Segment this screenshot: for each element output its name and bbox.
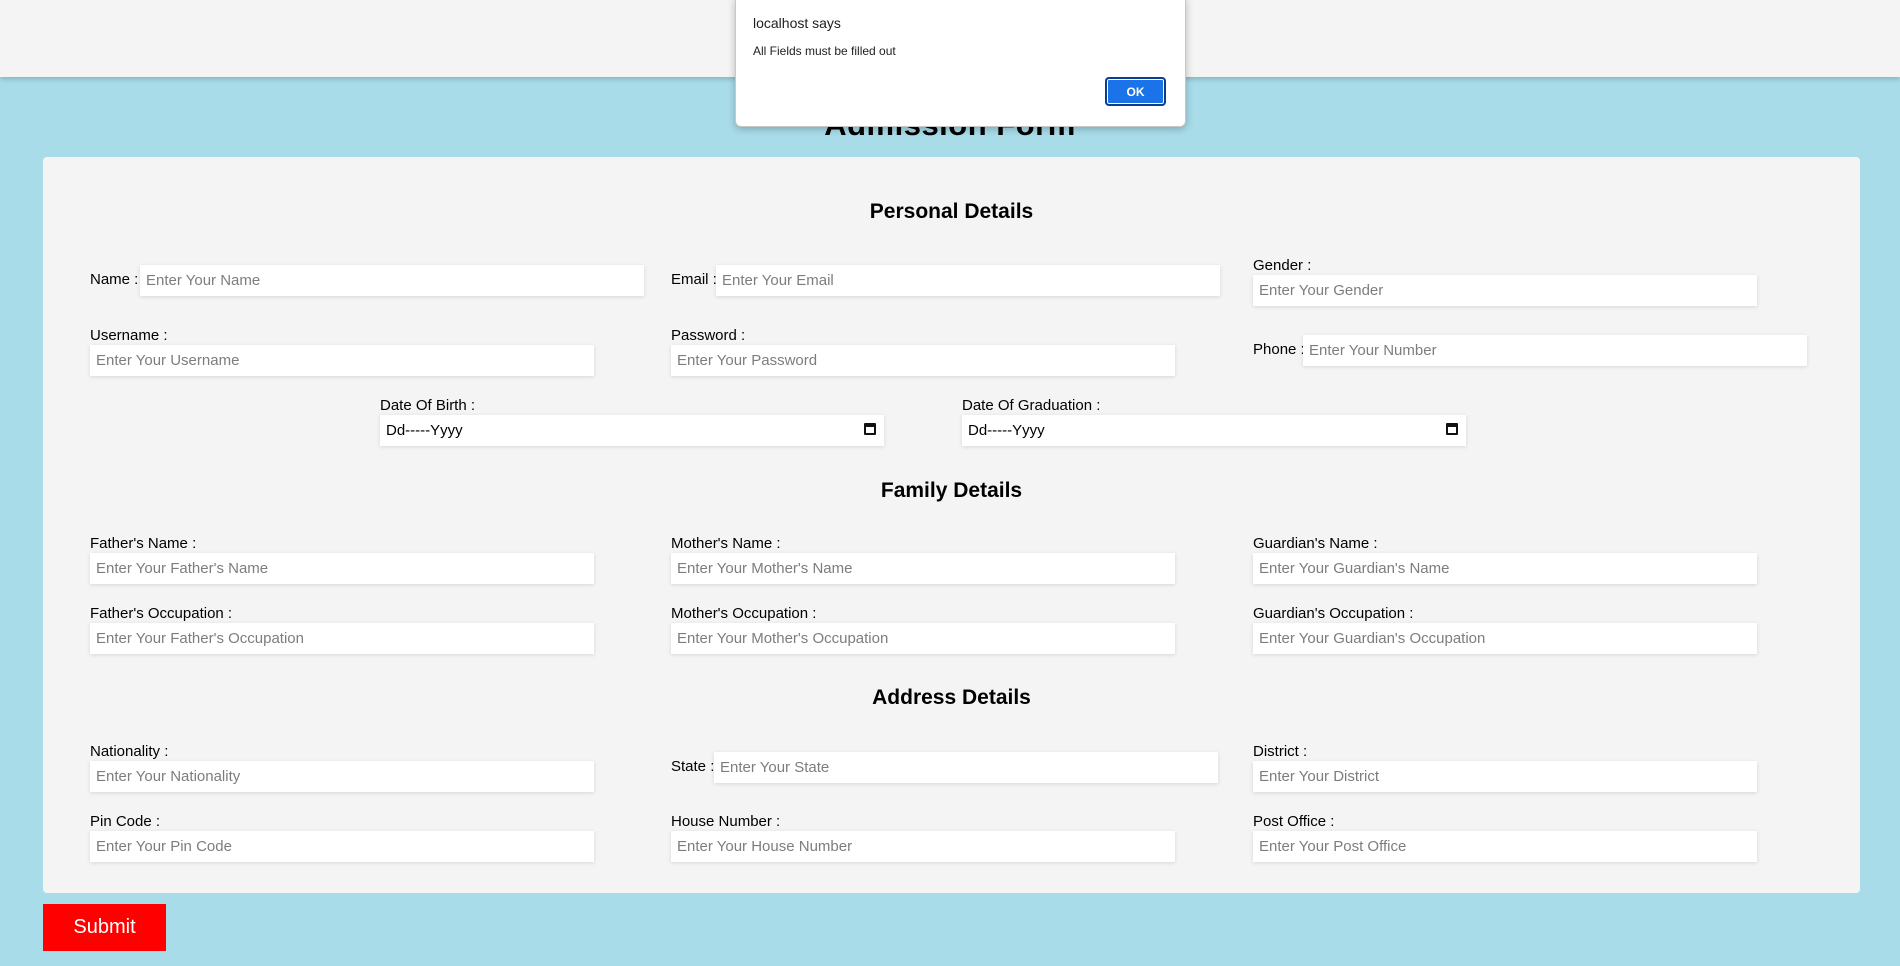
state-label: State : (671, 758, 715, 775)
graduation-date-label: Date Of Graduation : (962, 397, 1101, 414)
calendar-icon[interactable] (1446, 423, 1458, 435)
name-input[interactable] (140, 265, 644, 296)
name-label: Name : (90, 271, 139, 288)
submit-button[interactable]: Submit (43, 904, 166, 951)
graduation-date-input[interactable]: Dd-----Yyyy (962, 415, 1466, 446)
district-label: District : (1253, 743, 1308, 760)
dob-date-input[interactable]: Dd-----Yyyy (380, 415, 884, 446)
gender-input[interactable] (1253, 275, 1757, 306)
calendar-icon[interactable] (864, 423, 876, 435)
post-office-input[interactable] (1253, 831, 1757, 862)
nationality-input[interactable] (90, 761, 594, 792)
section-title-address: Address Details (872, 686, 1031, 709)
pin-code-label: Pin Code : (90, 813, 161, 830)
alert-dialog: localhost says All Fields must be filled… (735, 0, 1186, 127)
dialog-title: localhost says (753, 15, 841, 31)
father-name-input[interactable] (90, 553, 594, 584)
graduation-date-value: Dd-----Yyyy (968, 422, 1045, 439)
phone-input[interactable] (1303, 335, 1807, 366)
nationality-label: Nationality : (90, 743, 169, 760)
username-input[interactable] (90, 345, 594, 376)
dob-label: Date Of Birth : (380, 397, 476, 414)
pin-code-input[interactable] (90, 831, 594, 862)
state-input[interactable] (714, 752, 1218, 783)
guardian-name-label: Guardian's Name : (1253, 535, 1378, 552)
district-input[interactable] (1253, 761, 1757, 792)
mother-occupation-label: Mother's Occupation : (671, 605, 817, 622)
guardian-occupation-label: Guardian's Occupation : (1253, 605, 1414, 622)
guardian-occupation-input[interactable] (1253, 623, 1757, 654)
guardian-name-input[interactable] (1253, 553, 1757, 584)
password-label: Password : (671, 327, 746, 344)
phone-label: Phone : (1253, 341, 1305, 358)
father-occupation-input[interactable] (90, 623, 594, 654)
email-label: Email : (671, 271, 717, 288)
email-input[interactable] (716, 265, 1220, 296)
section-title-personal: Personal Details (869, 200, 1034, 223)
dob-value: Dd-----Yyyy (386, 422, 463, 439)
dialog-ok-button[interactable]: OK (1105, 77, 1166, 106)
mother-name-input[interactable] (671, 553, 1175, 584)
father-name-label: Father's Name : (90, 535, 197, 552)
mother-name-label: Mother's Name : (671, 535, 781, 552)
mother-occupation-input[interactable] (671, 623, 1175, 654)
username-label: Username : (90, 327, 168, 344)
section-title-family: Family Details (880, 479, 1023, 502)
password-input[interactable] (671, 345, 1175, 376)
post-office-label: Post Office : (1253, 813, 1335, 830)
dialog-message: All Fields must be filled out (753, 44, 896, 58)
house-number-label: House Number : (671, 813, 781, 830)
admission-form-card: Personal Details Name : Email : Gender :… (43, 157, 1860, 893)
gender-label: Gender : (1253, 257, 1312, 274)
house-number-input[interactable] (671, 831, 1175, 862)
father-occupation-label: Father's Occupation : (90, 605, 233, 622)
